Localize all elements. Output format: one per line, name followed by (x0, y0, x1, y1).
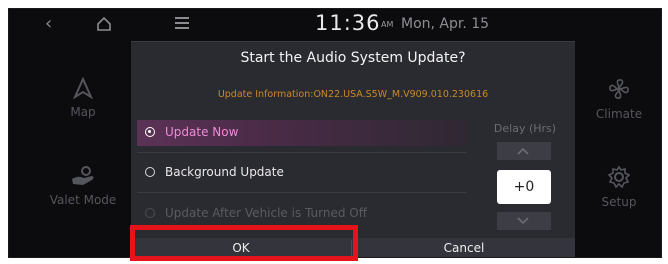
clock-ampm: AM (381, 20, 394, 29)
option-update-now-label: Update Now (165, 125, 239, 139)
option-update-after-off-label: Update After Vehicle is Turned Off (165, 206, 368, 220)
dialog-title: Start the Audio System Update? (240, 50, 466, 66)
gear-icon (607, 165, 631, 189)
launcher-map[interactable]: Map (23, 77, 143, 119)
highlight-box (130, 225, 358, 261)
delay-decrease-button[interactable] (497, 212, 551, 230)
divider (137, 192, 467, 193)
date: Mon, Apr. 15 (401, 16, 490, 32)
divider (137, 152, 467, 153)
launcher-valet-mode-label: Valet Mode (49, 193, 117, 207)
status-bar: ‹ 11:36 AM Mon, Apr. 15 (9, 9, 661, 43)
delay-value: +0 (497, 170, 551, 204)
option-background-update[interactable]: Background Update (137, 160, 467, 186)
clock: 11:36 (315, 11, 381, 35)
home-icon[interactable] (95, 15, 113, 33)
valet-hand-icon (72, 166, 94, 185)
radio-icon (145, 208, 155, 218)
navigation-arrow-icon (73, 77, 93, 99)
chevron-down-icon (517, 217, 529, 225)
delay-increase-button[interactable] (497, 142, 551, 160)
update-information: Update Information:ON22.USA.S5W_M.V909.0… (217, 89, 489, 100)
launcher-valet-mode[interactable]: Valet Mode (23, 165, 143, 207)
fan-icon (609, 79, 629, 99)
option-background-update-label: Background Update (165, 165, 284, 179)
cancel-button[interactable]: Cancel (353, 238, 575, 257)
radio-icon (145, 167, 155, 177)
head-unit-screen: ‹ 11:36 AM Mon, Apr. 15 Map Valet Mode C… (8, 8, 662, 258)
launcher-climate[interactable]: Climate (571, 77, 661, 121)
chevron-up-icon (517, 147, 529, 155)
radio-selected-icon (145, 127, 155, 137)
menu-icon[interactable] (175, 17, 189, 29)
launcher-climate-label: Climate (595, 107, 643, 121)
launcher-setup[interactable]: Setup (571, 165, 661, 209)
launcher-map-label: Map (70, 105, 96, 119)
back-icon[interactable]: ‹ (45, 15, 52, 33)
option-update-now[interactable]: Update Now (137, 120, 467, 146)
launcher-setup-label: Setup (601, 195, 637, 209)
option-update-after-off: Update After Vehicle is Turned Off (137, 201, 467, 227)
delay-label: Delay (Hrs) (493, 122, 557, 135)
